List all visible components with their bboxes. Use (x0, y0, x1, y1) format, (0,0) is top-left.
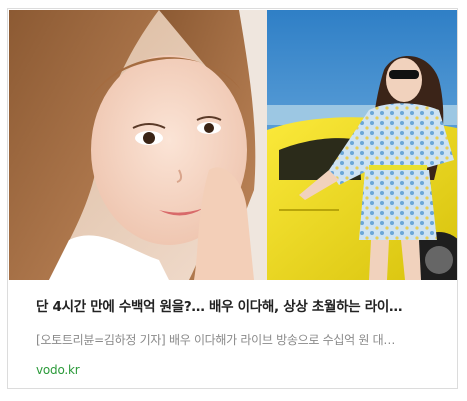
article-headline[interactable]: 단 4시간 만에 수백억 원을?… 배우 이다해, 상상 초월하는 라이… (36, 295, 444, 315)
article-source[interactable]: vodo.kr (36, 363, 80, 377)
article-summary: [오토트리뷴=김하정 기자] 배우 이다해가 라이브 방송으로 수십억 원 대… (36, 333, 396, 347)
news-card[interactable]: 단 4시간 만에 수백억 원을?… 배우 이다해, 상상 초월하는 라이… [오… (7, 8, 458, 389)
article-thumbnail[interactable] (9, 10, 457, 280)
selfie-photo (9, 10, 267, 280)
car-photo (267, 10, 457, 280)
